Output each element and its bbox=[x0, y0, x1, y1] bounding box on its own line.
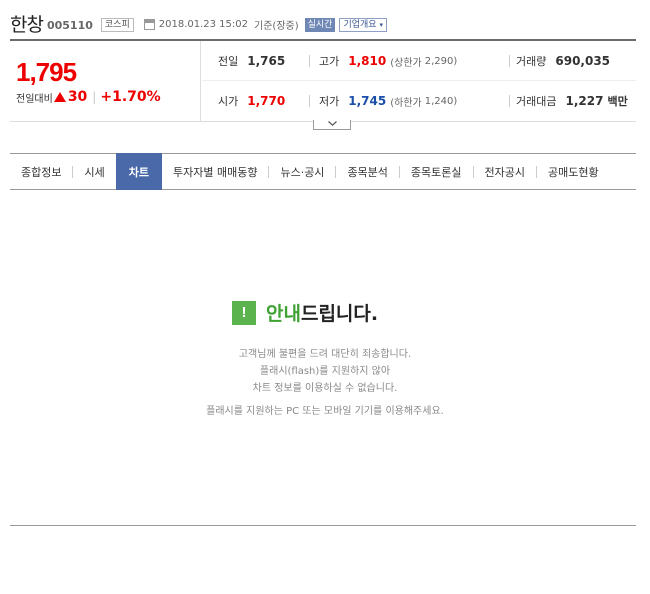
low-cell: 저가 1,745 (하한가 1,240) bbox=[319, 91, 457, 111]
lower-limit-label: (하한가 bbox=[390, 97, 422, 109]
tab-overview[interactable]: 종합정보 bbox=[10, 154, 72, 189]
quote-basis: 기준(장중) bbox=[254, 21, 299, 32]
prev-close-value: 1,765 bbox=[247, 54, 286, 68]
high-label: 고가 bbox=[319, 55, 340, 68]
tab-quotes[interactable]: 시세 bbox=[73, 154, 115, 189]
expand-details-button[interactable] bbox=[313, 120, 351, 130]
lower-limit-value: 1,240) bbox=[424, 95, 458, 107]
tab-chart[interactable]: 차트 bbox=[115, 153, 162, 190]
volume-label: 거래량 bbox=[516, 55, 547, 68]
cell-separator bbox=[509, 95, 510, 107]
open-value: 1,770 bbox=[247, 94, 286, 108]
open-cell: 시가 1,770 bbox=[218, 91, 285, 111]
notice-line: 플래시(flash)를 지원하지 않아 bbox=[259, 366, 391, 377]
change-amount: 30 bbox=[67, 89, 88, 105]
stock-name: 한창 bbox=[10, 13, 44, 36]
tab-e-disclosure[interactable]: 전자공시 bbox=[474, 154, 536, 189]
open-label: 시가 bbox=[218, 95, 239, 108]
trade-value-unit: 백만 bbox=[607, 95, 628, 108]
price-row-divider bbox=[202, 80, 636, 81]
chevron-down-icon bbox=[327, 121, 337, 126]
prev-close-label: 전일 bbox=[218, 55, 239, 68]
current-price: 1,795 bbox=[16, 57, 77, 87]
cell-separator bbox=[309, 95, 310, 107]
upper-limit-label: (상한가 bbox=[390, 57, 422, 69]
trade-value-label: 거래대금 bbox=[516, 95, 557, 108]
notice-line: 차트 정보를 이용하실 수 없습니다. bbox=[252, 383, 398, 394]
company-overview-label: 기업개요 bbox=[343, 19, 377, 30]
quote-datetime: 2018.01.23 15:02 bbox=[158, 19, 249, 30]
low-label: 저가 bbox=[319, 95, 340, 108]
stock-tabs: 종합정보 시세 차트 투자자별 매매동향 뉴스·공시 종목분석 종목토론실 전자… bbox=[10, 153, 636, 190]
change-percent: +1.70% bbox=[100, 89, 161, 105]
volume-value: 690,035 bbox=[555, 54, 611, 68]
stock-code: 005110 bbox=[46, 18, 93, 32]
price-change: 전일대비 30 | +1.70% bbox=[16, 89, 161, 105]
trade-value: 1,227 bbox=[565, 94, 604, 108]
notice-footer: 플래시를 지원하는 PC 또는 모바일 기기를 이용해주세요. bbox=[206, 406, 444, 417]
cell-separator bbox=[509, 55, 510, 67]
tab-news-disclosure[interactable]: 뉴스·공시 bbox=[269, 154, 335, 189]
notice-message: 고객님께 불편을 드려 대단히 죄송합니다. 플래시(flash)를 지원하지 … bbox=[0, 346, 650, 420]
prev-close-cell: 전일 1,765 bbox=[218, 51, 285, 71]
change-separator: | bbox=[92, 90, 97, 104]
tab-short-selling[interactable]: 공매도현황 bbox=[537, 154, 610, 189]
tab-discussion[interactable]: 종목토론실 bbox=[400, 154, 473, 189]
bottom-divider bbox=[10, 525, 636, 526]
price-summary: 1,795 전일대비 30 | +1.70% 전일 1,765 고가 1,810… bbox=[10, 41, 636, 122]
cell-separator bbox=[309, 55, 310, 67]
up-arrow-icon bbox=[53, 92, 66, 102]
exclamation-icon: ! bbox=[232, 300, 256, 325]
calendar-icon bbox=[143, 19, 155, 30]
trade-value-cell: 거래대금 1,227 백만 bbox=[516, 91, 628, 111]
chevron-down-icon: ▾ bbox=[379, 20, 383, 29]
stock-header: 한창 005110 코스피 2018.01.23 15:02 기준(장중) 실시… bbox=[10, 8, 636, 38]
market-badge: 코스피 bbox=[100, 17, 134, 32]
notice-title: ! 안내 드립니다. bbox=[232, 299, 378, 326]
high-cell: 고가 1,810 (상한가 2,290) bbox=[319, 51, 457, 71]
notice-line: 고객님께 불편을 드려 대단히 죄송합니다. bbox=[238, 349, 412, 360]
tab-analysis[interactable]: 종목분석 bbox=[336, 154, 398, 189]
high-value: 1,810 bbox=[348, 54, 387, 68]
volume-cell: 거래량 690,035 bbox=[516, 51, 610, 71]
notice-title-rest: 드립니다. bbox=[300, 303, 379, 325]
realtime-button[interactable]: 실시간 bbox=[304, 17, 336, 32]
upper-limit-value: 2,290) bbox=[424, 55, 458, 67]
tab-investor-trading[interactable]: 투자자별 매매동향 bbox=[162, 154, 268, 189]
current-price-panel: 1,795 전일대비 30 | +1.70% bbox=[10, 41, 201, 121]
notice-title-highlight: 안내 bbox=[266, 303, 301, 325]
company-overview-button[interactable]: 기업개요 ▾ bbox=[339, 17, 387, 32]
prev-compare-label: 전일대비 bbox=[16, 93, 53, 105]
low-value: 1,745 bbox=[348, 94, 387, 108]
